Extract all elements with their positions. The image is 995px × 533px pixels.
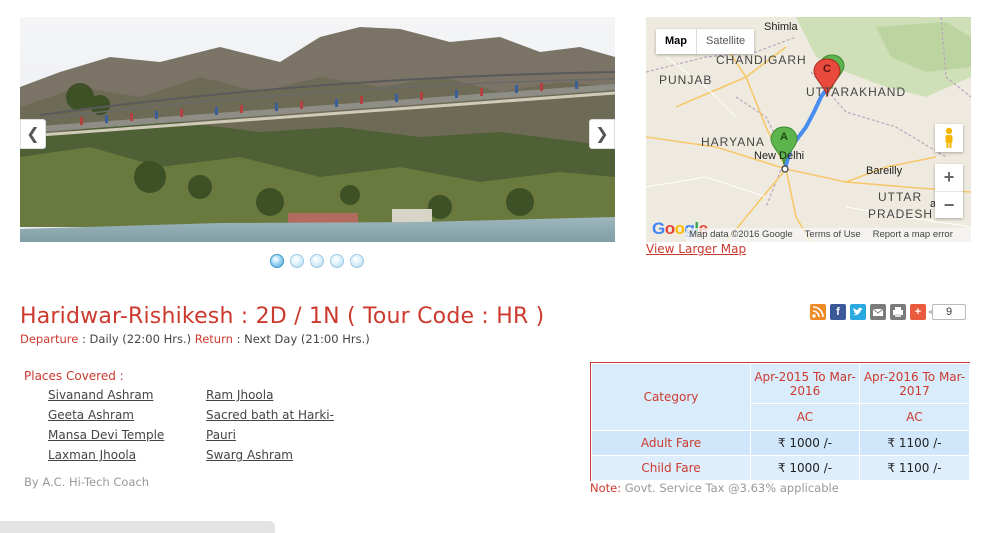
place-link-geeta-ashram[interactable]: Geeta Ashram [48, 408, 134, 422]
places-covered-heading: Places Covered : [24, 369, 124, 383]
zoom-out-button[interactable]: − [935, 191, 963, 218]
slider-pagination [270, 254, 364, 270]
zoom-in-button[interactable]: + [935, 164, 963, 191]
rss-icon[interactable] [810, 304, 826, 320]
tour-title: Haridwar-Rishikesh : 2D / 1N ( Tour Code… [20, 304, 545, 329]
fare-table: Category Apr-2015 To Mar-2016 Apr-2016 T… [590, 362, 970, 481]
map-type-control: Map Satellite [656, 29, 755, 54]
map-marker-c-label: C [823, 63, 831, 75]
slide-photo-laxman-jhoola-bridge [20, 17, 615, 242]
route-map[interactable]: Shimla CHANDIGARH PUNJAB UTTARAKHAND HAR… [646, 17, 971, 242]
fare-header-class-1: AC [750, 403, 860, 431]
map-label-haryana: HARYANA [701, 135, 765, 149]
note-text: Govt. Service Tax @3.63% applicable [624, 481, 839, 495]
map-marker-a-label: A [780, 131, 788, 143]
map-label-punjab: PUNJAB [659, 73, 713, 87]
view-larger-map-link[interactable]: View Larger Map [646, 242, 746, 256]
street-view-pegman-icon[interactable] [935, 124, 963, 152]
fare-cell: ₹ 1000 /- [750, 455, 860, 481]
place-link-sacred-bath[interactable]: Sacred bath at Harki- [206, 408, 334, 422]
map-label-uttar: UTTAR [878, 190, 923, 204]
fare-header-category: Category [591, 363, 751, 431]
map-data-attribution: Map data ©2016 Google [689, 229, 793, 240]
map-label-pradesh: PRADESH [868, 207, 934, 221]
print-icon[interactable] [890, 304, 906, 320]
map-footer: Map data ©2016 Google Terms of Use Repor… [686, 228, 971, 242]
slider-dot-4[interactable] [330, 254, 344, 268]
map-type-satellite-button[interactable]: Satellite [697, 29, 754, 54]
fare-cell: ₹ 1100 /- [859, 455, 970, 481]
fare-row-label: Adult Fare [591, 430, 751, 456]
map-type-map-button[interactable]: Map [656, 29, 697, 54]
twitter-icon[interactable] [850, 304, 866, 320]
map-label-new-delhi: New Delhi [754, 150, 805, 162]
map-label-bareilly: Bareilly [866, 165, 903, 177]
fare-row-label: Child Fare [591, 455, 751, 481]
note-label: Note: [590, 481, 622, 495]
place-link-mansa-devi-temple[interactable]: Mansa Devi Temple [48, 428, 164, 442]
slider-prev-arrow-icon[interactable]: ❮ [20, 119, 46, 149]
map-zoom-control: + − [935, 164, 963, 218]
slider-dot-1[interactable] [270, 254, 284, 268]
facebook-icon[interactable]: f [830, 304, 846, 320]
return-value: : Next Day (21:00 Hrs.) [236, 332, 370, 346]
departure-value: : Daily (22:00 Hrs.) [82, 332, 192, 346]
slider-dot-5[interactable] [350, 254, 364, 268]
slider-dot-3[interactable] [310, 254, 324, 268]
tour-timing: Departure : Daily (22:00 Hrs.) Return : … [20, 332, 370, 346]
place-link-sivanand-ashram[interactable]: Sivanand Ashram [48, 388, 153, 402]
departure-label: Departure [20, 332, 79, 346]
fare-header-period-1: Apr-2015 To Mar-2016 [750, 363, 860, 404]
slider-next-arrow-icon[interactable]: ❯ [589, 119, 615, 149]
transport-mode: By A.C. Hi-Tech Coach [24, 475, 150, 489]
image-slider[interactable]: ❮ ❯ [20, 17, 615, 242]
horizontal-scrollbar[interactable] [0, 521, 275, 533]
slider-dot-2[interactable] [290, 254, 304, 268]
return-label: Return [194, 332, 233, 346]
place-link-laxman-jhoola[interactable]: Laxman Jhoola [48, 448, 136, 462]
table-row: Child Fare ₹ 1000 /- ₹ 1100 /- [591, 455, 970, 481]
fare-cell: ₹ 1100 /- [859, 430, 970, 456]
place-link-ram-jhoola[interactable]: Ram Jhoola [206, 388, 273, 402]
map-label-chandigarh: CHANDIGARH [716, 53, 807, 67]
email-icon[interactable] [870, 304, 886, 320]
map-terms-link[interactable]: Terms of Use [805, 228, 861, 242]
place-link-pauri[interactable]: Pauri [206, 428, 236, 442]
map-label-shimla: Shimla [764, 21, 798, 33]
service-tax-note: Note: Govt. Service Tax @3.63% applicabl… [590, 481, 839, 495]
share-bar: f + 9 [810, 304, 966, 320]
table-row: Adult Fare ₹ 1000 /- ₹ 1100 /- [591, 430, 970, 456]
place-link-swarg-ashram[interactable]: Swarg Ashram [206, 448, 293, 462]
share-count: 9 [928, 304, 966, 320]
fare-header-class-2: AC [859, 403, 970, 431]
fare-header-period-2: Apr-2016 To Mar-2017 [859, 363, 970, 404]
plus-share-icon[interactable]: + [910, 304, 926, 320]
fare-cell: ₹ 1000 /- [750, 430, 860, 456]
map-label-uttarakhand: UTTARAKHAND [806, 85, 907, 99]
map-report-error-link[interactable]: Report a map error [873, 228, 953, 242]
